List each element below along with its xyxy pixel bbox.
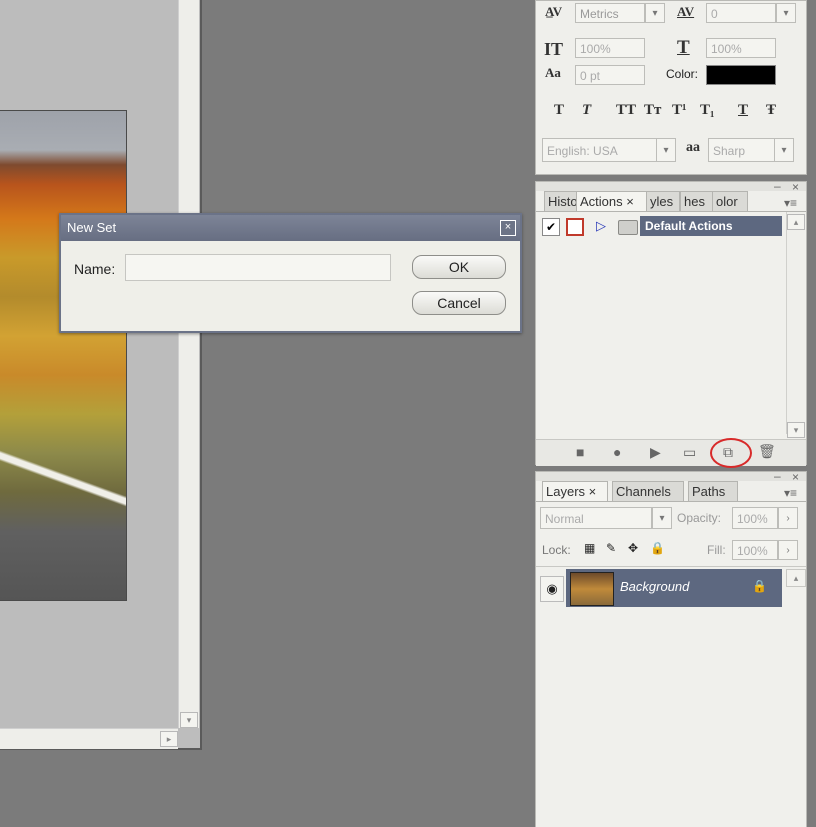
scroll-right-arrow[interactable]: ▸ (160, 731, 178, 747)
language-select[interactable]: English: USA (542, 138, 660, 162)
kerning-select[interactable]: Metrics (575, 3, 645, 23)
scroll-up-arrow[interactable]: ▴ (786, 569, 806, 587)
horizontal-scale-icon: T (677, 37, 690, 58)
ok-button[interactable]: OK (412, 255, 506, 279)
lock-label: Lock: (542, 543, 571, 557)
tab-swatches[interactable]: hes (680, 191, 714, 211)
dialog-titlebar[interactable]: New Set × (61, 215, 520, 241)
tracking-icon: AV (677, 4, 695, 19)
scroll-down-arrow[interactable]: ▾ (787, 422, 805, 438)
actions-panel: ‒ × Histo Actions × yles hes olor ▾≡ ✔ ▷… (535, 179, 807, 468)
kerning-icon: A̲V (545, 4, 563, 19)
horizontal-scale-field[interactable]: 100% (706, 38, 776, 58)
opacity-label: Opacity: (677, 511, 722, 525)
fill-field[interactable]: 100% (732, 540, 778, 560)
document-horizontal-scrollbar[interactable]: ▸ (0, 728, 178, 749)
baseline-shift-icon: Aa (545, 65, 561, 80)
name-label: Name: (74, 261, 116, 277)
record-icon[interactable]: ● (613, 444, 621, 460)
opacity-field[interactable]: 100% (732, 507, 778, 529)
name-input[interactable] (125, 254, 391, 281)
tab-styles[interactable]: yles (646, 191, 680, 211)
minimize-icon[interactable]: ‒ (774, 469, 781, 483)
tab-layers[interactable]: Layers × (542, 481, 608, 501)
chevron-down-icon[interactable]: ▾ (776, 3, 796, 23)
faux-italic-button[interactable]: T (582, 102, 591, 119)
actions-scrollbar[interactable]: ▴ ▾ (786, 212, 805, 438)
stop-icon[interactable]: ■ (576, 444, 584, 460)
faux-bold-button[interactable]: T (554, 102, 564, 119)
close-icon[interactable]: × (500, 220, 516, 236)
scroll-up-arrow[interactable]: ▴ (787, 214, 805, 230)
close-icon[interactable]: × (792, 180, 799, 194)
panel-menu-icon[interactable]: ▾≡ (784, 486, 797, 500)
expand-triangle-icon[interactable]: ▷ (596, 218, 606, 234)
chevron-down-icon[interactable]: ▾ (656, 138, 676, 162)
vertical-scale-icon: IT (544, 39, 564, 59)
vertical-scale-field[interactable]: 100% (575, 38, 645, 58)
layer-thumbnail (570, 572, 614, 606)
actions-list: ✔ ▷ Default Actions ▴ ▾ ■ ● ▶ ▭ ⧉ 🗑 (536, 211, 806, 468)
document-window: ▾ ▸ (0, 0, 202, 750)
tab-history[interactable]: Histo (544, 191, 578, 211)
subscript-button[interactable]: T₁ (700, 102, 715, 119)
antialias-icon: aa (686, 140, 700, 155)
character-panel: A̲V Metrics ▾ AV 0 ▾ IT 100% T 100% Aa 0… (535, 0, 807, 175)
opacity-arrow[interactable]: › (778, 507, 798, 529)
layer-name: Background (620, 579, 690, 594)
blend-mode-select[interactable]: Normal (540, 507, 652, 529)
lock-transparent-icon[interactable]: ▦ (584, 541, 595, 555)
layers-panel: ‒ × Layers × Channels Paths ▾≡ Normal ▾ … (535, 469, 807, 827)
color-label: Color: (666, 67, 699, 81)
chevron-down-icon[interactable]: ▾ (774, 138, 794, 162)
folder-icon (618, 220, 638, 235)
close-icon[interactable]: × (792, 470, 799, 484)
new-set-dialog: New Set × Name: OK Cancel (59, 213, 522, 333)
lock-all-icon[interactable]: 🔒 (650, 541, 665, 555)
tab-actions[interactable]: Actions × (576, 191, 648, 211)
superscript-button[interactable]: T¹ (672, 102, 687, 119)
small-caps-button[interactable]: Tт (644, 102, 661, 119)
strikethrough-button[interactable]: Ŧ (766, 102, 776, 119)
trash-icon[interactable]: 🗑 (758, 443, 776, 460)
layer-row-background[interactable]: Background 🔒 (566, 569, 782, 607)
chevron-down-icon[interactable]: ▾ (652, 507, 672, 529)
play-icon[interactable]: ▶ (650, 444, 661, 461)
dialog-toggle-icon[interactable] (566, 218, 584, 236)
scroll-down-arrow[interactable]: ▾ (180, 712, 198, 728)
new-set-folder-icon[interactable]: ▭ (683, 444, 696, 461)
document-vertical-scrollbar[interactable]: ▾ (178, 0, 199, 728)
all-caps-button[interactable]: TT (616, 102, 636, 119)
checkmark-icon[interactable]: ✔ (542, 218, 560, 236)
tab-channels[interactable]: Channels (612, 481, 684, 501)
tab-color[interactable]: olor (712, 191, 748, 211)
eye-icon[interactable]: ◉ (540, 576, 564, 602)
lock-icon: 🔒 (752, 579, 767, 593)
underline-button[interactable]: T (738, 102, 748, 119)
action-set-default-actions[interactable]: Default Actions (640, 216, 782, 236)
baseline-shift-field[interactable]: 0 pt (575, 65, 645, 85)
actions-bottom-toolbar: ■ ● ▶ ▭ ⧉ 🗑 (536, 438, 806, 468)
divider (536, 566, 806, 567)
minimize-icon[interactable]: ‒ (774, 179, 781, 193)
panel-header-strip (536, 182, 806, 191)
lock-image-icon[interactable]: ✎ (606, 541, 616, 555)
style-buttons-row: T T TT Tт T¹ T₁ T Ŧ (554, 102, 794, 122)
autumn-road-photo (0, 110, 127, 601)
new-action-icon[interactable]: ⧉ (723, 444, 733, 461)
text-color-swatch[interactable] (706, 65, 776, 85)
antialias-select[interactable]: Sharp (708, 138, 778, 162)
tab-paths[interactable]: Paths (688, 481, 738, 501)
lock-position-icon[interactable]: ✥ (628, 541, 638, 555)
cancel-button[interactable]: Cancel (412, 291, 506, 315)
fill-arrow[interactable]: › (778, 540, 798, 560)
layers-body: Normal ▾ Opacity: 100% › Lock: ▦ ✎ ✥ 🔒 F… (536, 501, 806, 827)
dialog-title: New Set (67, 220, 117, 235)
fill-label: Fill: (707, 543, 726, 557)
tracking-select[interactable]: 0 (706, 3, 776, 23)
document-canvas-area[interactable] (0, 0, 178, 728)
chevron-down-icon[interactable]: ▾ (645, 3, 665, 23)
panel-menu-icon[interactable]: ▾≡ (784, 196, 797, 210)
panel-header-strip (536, 472, 806, 481)
